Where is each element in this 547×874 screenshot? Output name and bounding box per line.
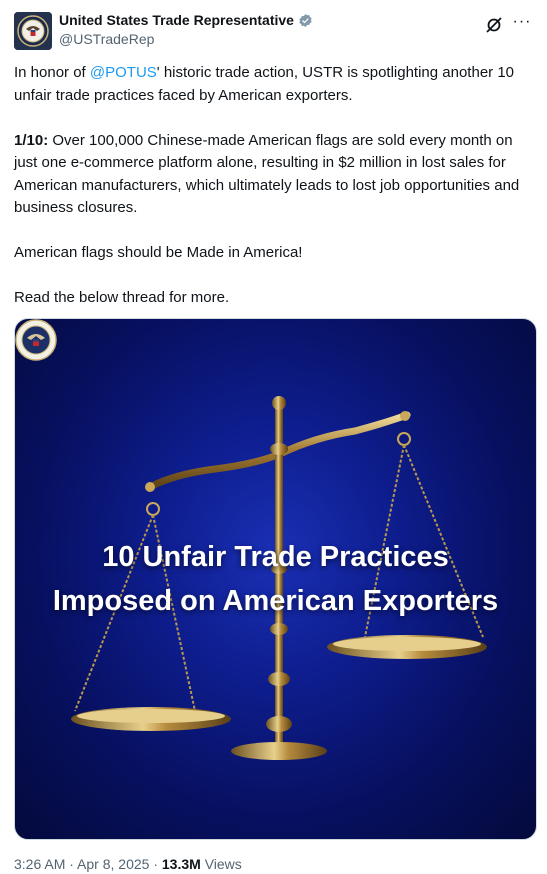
ustr-seal-icon [15, 319, 57, 361]
meta-separator: · [65, 856, 78, 872]
tweet-paragraph-4: Read the below thread for more. [14, 289, 230, 306]
more-options-icon[interactable]: ··· [511, 14, 533, 34]
views-count: 13.3M [161, 856, 201, 872]
avatar[interactable] [14, 12, 52, 50]
tweet-paragraph-3: American flags should be Made in America… [14, 244, 303, 261]
tweet-date[interactable]: Apr 8, 2025 [77, 856, 149, 872]
para2-text: Over 100,000 Chinese-made American flags… [14, 131, 520, 217]
author-handle[interactable]: @USTradeRep [59, 30, 313, 48]
media-title: 10 Unfair Trade Practices Imposed on Ame… [15, 535, 536, 623]
para1-prefix: In honor of [14, 64, 90, 81]
media-title-line-2: Imposed on American Exporters [52, 585, 499, 617]
thread-number: 1/10: [14, 131, 49, 149]
tweet-meta: 3:26 AM · Apr 8, 2025 · 13.3M Views [14, 856, 242, 872]
tweet-paragraph-2: 1/10: Over 100,000 Chinese-made American… [14, 130, 534, 220]
meta-separator: · [149, 856, 162, 872]
display-name[interactable]: United States Trade Representative [59, 12, 313, 29]
author-names: United States Trade Representative @USTr… [59, 12, 313, 48]
views-label: Views [200, 856, 242, 872]
verified-badge-icon [299, 13, 312, 28]
grok-icon[interactable] [485, 16, 503, 34]
tweet-header: United States Trade Representative @USTr… [14, 10, 533, 54]
tweet-text: In honor of @POTUS' historic trade actio… [14, 62, 534, 332]
media-title-line-1: 10 Unfair Trade Practices [102, 541, 449, 573]
tweet-time[interactable]: 3:26 AM [14, 856, 65, 872]
tweet-paragraph-1: In honor of @POTUS' historic trade actio… [14, 62, 534, 107]
mention-link[interactable]: @POTUS [90, 64, 157, 81]
display-name-text[interactable]: United States Trade Representative [59, 12, 294, 29]
tweet-media-image[interactable]: 10 Unfair Trade Practices Imposed on Ame… [14, 318, 537, 840]
